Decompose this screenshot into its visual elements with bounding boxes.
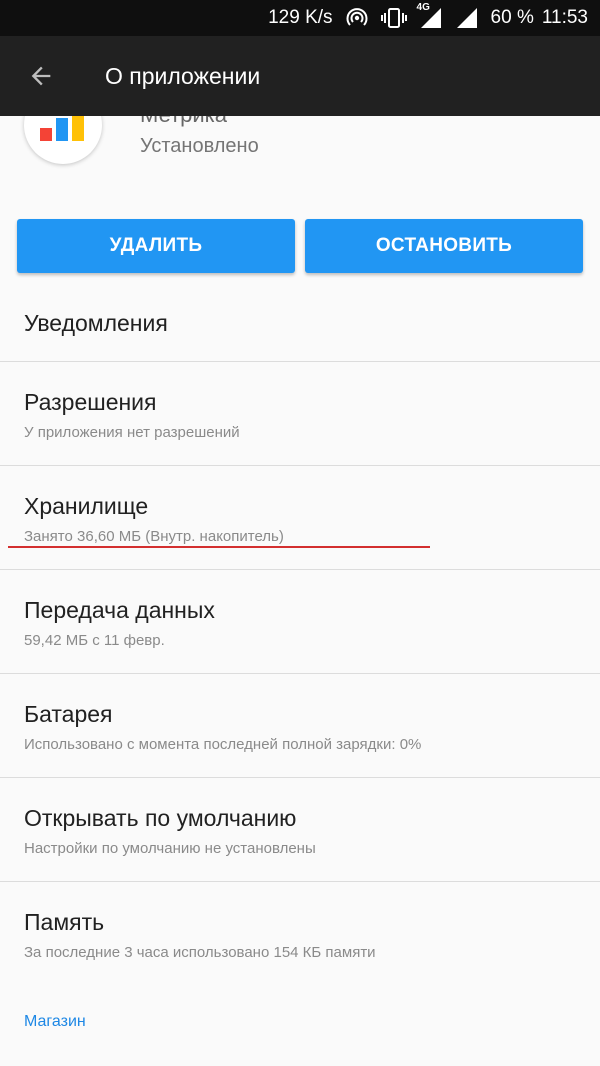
uninstall-button[interactable]: УДАЛИТЬ	[17, 219, 295, 273]
settings-list: Уведомления Разрешения У приложения нет …	[0, 282, 600, 986]
list-item-title: Передача данных	[24, 597, 215, 623]
network-type: 4G	[416, 2, 430, 13]
action-buttons: УДАЛИТЬ ОСТАНОВИТЬ	[0, 219, 600, 273]
clock: 11:53	[541, 7, 588, 28]
app-header: Метрика Установлено	[0, 116, 600, 206]
list-item-permissions[interactable]: Разрешения У приложения нет разрешений	[0, 362, 600, 466]
list-item-subtitle: Использовано с момента последней полной …	[24, 736, 422, 753]
app-bar: О приложении	[0, 36, 600, 116]
back-button[interactable]	[13, 48, 69, 104]
metrica-logo-icon	[24, 116, 102, 164]
status-bar: 129 K/s 4G 60 % 11:53	[0, 0, 600, 36]
list-item-title: Батарея	[24, 701, 113, 727]
signal-icon: 4G	[417, 2, 443, 30]
app-info-content: Метрика Установлено УДАЛИТЬ ОСТАНОВИТЬ У…	[0, 116, 600, 1066]
list-item-subtitle: За последние 3 часа использовано 154 КБ …	[24, 944, 376, 961]
vibrate-icon	[380, 6, 407, 30]
network-speed: 129 K/s	[268, 7, 333, 28]
signal-icon-2	[455, 6, 479, 30]
app-name: Метрика	[140, 116, 227, 128]
list-item-battery[interactable]: Батарея Использовано с момента последней…	[0, 674, 600, 778]
arrow-back-icon	[31, 66, 51, 86]
list-item-title: Уведомления	[24, 310, 168, 336]
store-section-link[interactable]: Магазин	[24, 1013, 86, 1031]
list-item-subtitle: Занято 36,60 МБ (Внутр. накопитель)	[24, 528, 284, 545]
list-item-storage[interactable]: Хранилище Занято 36,60 МБ (Внутр. накопи…	[0, 466, 600, 570]
list-item-title: Разрешения	[24, 389, 157, 415]
list-item-notifications[interactable]: Уведомления	[0, 282, 600, 362]
storage-highlight-underline	[8, 546, 430, 548]
list-item-title: Открывать по умолчанию	[24, 805, 297, 831]
battery-level: 60 %	[490, 7, 534, 28]
force-stop-button[interactable]: ОСТАНОВИТЬ	[305, 219, 583, 273]
list-item-memory[interactable]: Память За последние 3 часа использовано …	[0, 882, 600, 986]
app-install-state: Установлено	[140, 135, 259, 157]
list-item-open-by-default[interactable]: Открывать по умолчанию Настройки по умол…	[0, 778, 600, 882]
list-item-title: Память	[24, 909, 105, 935]
page-title: О приложении	[105, 62, 261, 89]
list-item-subtitle: У приложения нет разрешений	[24, 424, 240, 441]
list-item-data-usage[interactable]: Передача данных 59,42 МБ с 11 февр.	[0, 570, 600, 674]
list-item-subtitle: 59,42 МБ с 11 февр.	[24, 632, 165, 649]
list-item-subtitle: Настройки по умолчанию не установлены	[24, 840, 316, 857]
list-item-title: Хранилище	[24, 493, 149, 519]
hotspot-icon	[345, 6, 369, 30]
